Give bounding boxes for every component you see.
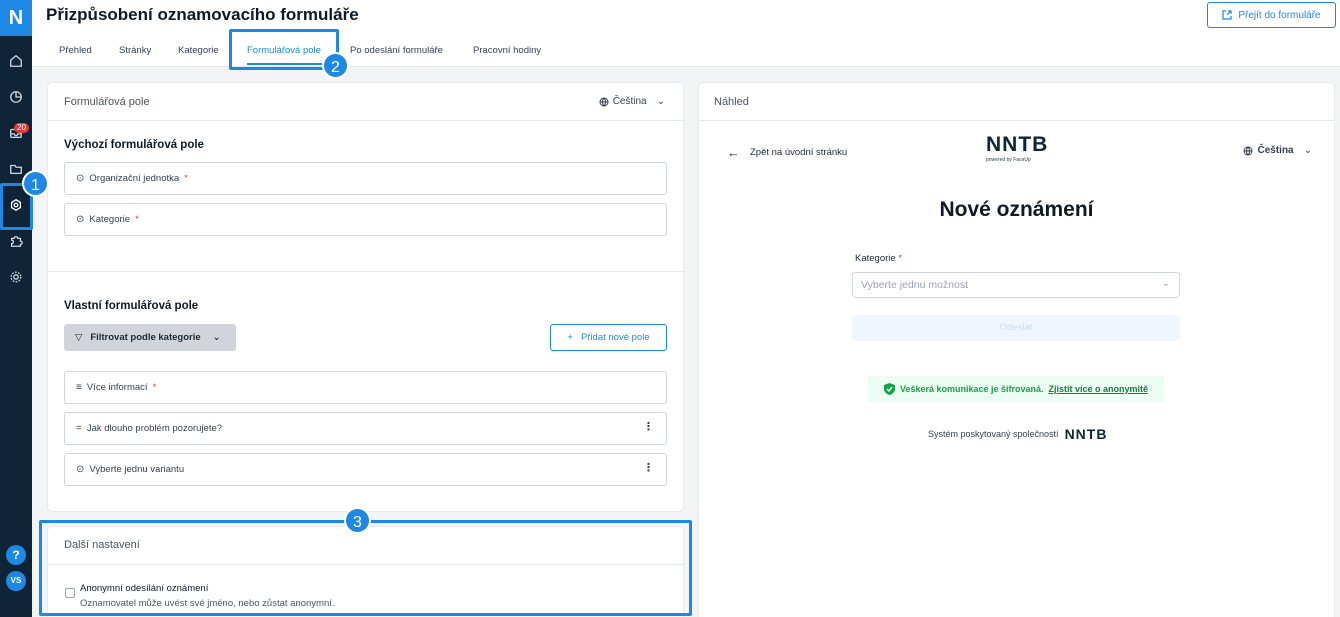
page-title: Přizpůsobení oznamovacího formuláře bbox=[46, 5, 359, 24]
filter-label: Filtrovat podle kategorie bbox=[90, 332, 201, 343]
text-field-icon: = bbox=[76, 423, 82, 434]
preview-submit-button[interactable]: Odeslat bbox=[852, 315, 1180, 341]
avatar[interactable]: VS bbox=[6, 571, 26, 591]
powered-by-text: powered by FaceUp bbox=[986, 157, 1031, 163]
arrow-left-icon: ← bbox=[727, 145, 740, 160]
back-link[interactable]: ← Zpět na úvodní stránku bbox=[727, 145, 847, 160]
callout-3-badge: 3 bbox=[344, 507, 371, 534]
callout-3-highlight bbox=[39, 520, 692, 616]
select-placeholder: Vyberte jednu možnost bbox=[861, 279, 969, 291]
filter-by-category-button[interactable]: ▽ Filtrovat podle kategorie ⌄ bbox=[64, 324, 236, 351]
provider-line: Systém poskytovaný společností NNTB bbox=[928, 426, 1107, 442]
app-logo[interactable]: N bbox=[0, 0, 32, 36]
globe-icon bbox=[1243, 146, 1253, 155]
form-fields-title: Formulářová pole bbox=[64, 96, 150, 108]
text-field-icon: ≡ bbox=[76, 382, 82, 393]
encryption-notice: Veškerá komunikace je šifrovaná. Zjistit… bbox=[868, 376, 1164, 402]
field-label: Více informací bbox=[86, 382, 148, 393]
custom-field-duration[interactable]: = Jak dlouho problém pozorujete? ⋮ bbox=[64, 412, 667, 445]
default-field-category[interactable]: ⊙ Kategorie * bbox=[64, 203, 667, 236]
chevron-down-icon: ⌄ bbox=[1161, 278, 1170, 289]
required-mark: * bbox=[184, 173, 188, 184]
help-icon[interactable]: ? bbox=[6, 545, 26, 565]
dropdown-field-icon: ⊙ bbox=[76, 214, 85, 225]
shield-check-icon bbox=[883, 383, 895, 395]
required-mark: * bbox=[152, 382, 157, 393]
home-icon[interactable] bbox=[6, 51, 26, 71]
external-link-icon bbox=[1222, 10, 1232, 20]
company-logo: NNTB bbox=[986, 133, 1049, 156]
preview-category-select[interactable]: Vyberte jednu možnost ⌄ bbox=[852, 272, 1180, 298]
filter-icon: ▽ bbox=[75, 332, 83, 343]
preview-category-text: Kategorie bbox=[855, 253, 896, 264]
preview-form-title: Nové oznámení bbox=[939, 198, 1094, 221]
dropdown-field-icon: ⊙ bbox=[76, 173, 85, 184]
globe-icon bbox=[599, 97, 609, 106]
custom-field-choose-variant[interactable]: ⊙ Vyberte jednu variantu ⋮ bbox=[64, 453, 667, 486]
sidebar: N 20 ? VS bbox=[0, 0, 32, 617]
chevron-down-icon: ⌄ bbox=[1303, 145, 1312, 156]
custom-fields-title: Vlastní formulářová pole bbox=[64, 300, 199, 312]
chevron-down-icon: ⌄ bbox=[656, 96, 665, 107]
tab-after-submit[interactable]: Po odeslání formuláře bbox=[350, 45, 443, 56]
language-selector[interactable]: Čeština ⌄ bbox=[599, 96, 665, 107]
puzzle-icon[interactable] bbox=[6, 231, 26, 251]
anonymity-link[interactable]: Zjistit více o anonymitě bbox=[1049, 384, 1149, 394]
language-label: Čeština bbox=[612, 96, 647, 107]
chevron-down-icon: ⌄ bbox=[212, 332, 221, 343]
inbox-badge: 20 bbox=[14, 123, 29, 133]
default-field-org-unit[interactable]: ⊙ Organizační jednotka * bbox=[64, 162, 667, 195]
field-label: Organizační jednotka bbox=[89, 173, 180, 184]
analytics-icon[interactable] bbox=[6, 87, 26, 107]
custom-field-more-info[interactable]: ≡ Více informací * bbox=[64, 371, 667, 404]
field-label: Jak dlouho problém pozorujete? bbox=[86, 423, 223, 434]
required-mark: * bbox=[898, 253, 903, 264]
back-link-label: Zpět na úvodní stránku bbox=[750, 147, 848, 158]
section-divider bbox=[48, 271, 683, 272]
callout-1-badge: 1 bbox=[22, 170, 49, 197]
more-options-icon[interactable]: ⋮ bbox=[643, 422, 654, 433]
form-fields-header: Formulářová pole Čeština ⌄ bbox=[48, 83, 683, 121]
field-label: Vyberte jednu variantu bbox=[89, 464, 185, 475]
preview-header: Náhled bbox=[699, 83, 1334, 121]
more-options-icon[interactable]: ⋮ bbox=[643, 463, 654, 474]
add-field-button[interactable]: + Přidat nové pole bbox=[550, 324, 667, 351]
tab-overview[interactable]: Přehled bbox=[59, 45, 92, 56]
encryption-text: Veškerá komunikace je šifrovaná. bbox=[899, 384, 1044, 394]
form-fields-panel: Formulářová pole Čeština ⌄ Výchozí formu… bbox=[48, 83, 683, 511]
required-mark: * bbox=[135, 214, 139, 225]
tab-working-hours[interactable]: Pracovní hodiny bbox=[473, 45, 541, 56]
add-field-label: Přidat nové pole bbox=[580, 332, 650, 343]
goto-form-label: Přejít do formuláře bbox=[1238, 9, 1321, 21]
preview-panel: Náhled ← Zpět na úvodní stránku NNTB pow… bbox=[699, 83, 1334, 617]
goto-form-button[interactable]: Přejít do formuláře bbox=[1207, 2, 1336, 28]
dropdown-field-icon: ⊙ bbox=[76, 464, 85, 475]
field-label: Kategorie bbox=[89, 214, 131, 225]
callout-2-badge: 2 bbox=[322, 52, 349, 79]
gear-icon[interactable] bbox=[6, 267, 26, 287]
tab-pages[interactable]: Stránky bbox=[119, 45, 151, 56]
preview-category-label: Kategorie * bbox=[855, 253, 902, 264]
default-fields-title: Výchozí formulářová pole bbox=[64, 139, 204, 151]
tab-categories[interactable]: Kategorie bbox=[178, 45, 219, 56]
preview-title: Náhled bbox=[714, 96, 749, 108]
preview-language-label: Čeština bbox=[1257, 145, 1294, 156]
plus-icon: + bbox=[567, 332, 573, 343]
provider-text: Systém poskytovaný společností bbox=[928, 429, 1059, 439]
preview-language-selector[interactable]: Čeština ⌄ bbox=[1243, 145, 1312, 156]
provider-logo: NNTB bbox=[1064, 426, 1108, 442]
